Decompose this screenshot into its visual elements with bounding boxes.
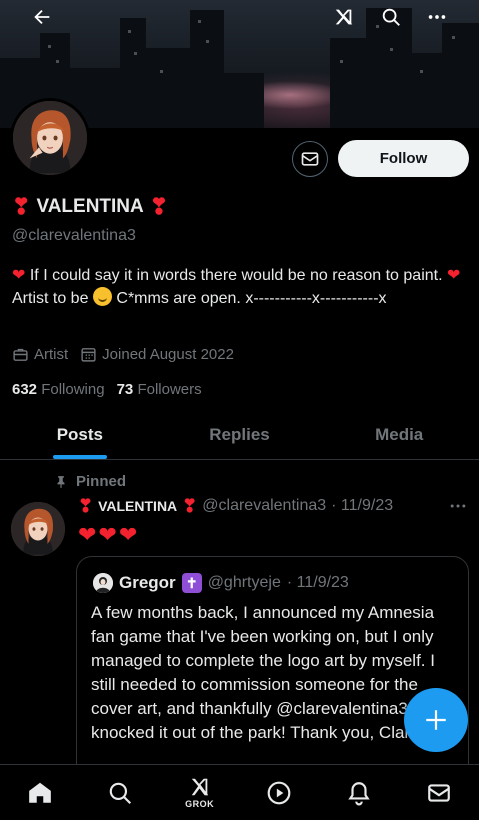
quoted-tweet[interactable]: Gregor ✝ @ghrtyeje · 11/9/23 A few month…	[76, 556, 469, 786]
profession-text: Artist	[34, 346, 69, 363]
back-button[interactable]	[25, 0, 59, 34]
compose-button[interactable]	[404, 688, 468, 752]
bottom-navigation: GROK	[0, 764, 479, 820]
grok-icon	[335, 9, 353, 25]
avatar-illustration	[11, 502, 65, 556]
envelope-icon	[428, 783, 450, 802]
avatar-illustration	[13, 101, 87, 175]
quoted-author-name: Gregor	[119, 573, 176, 592]
nav-grok[interactable]: GROK	[170, 768, 230, 818]
more-horizontal-icon	[428, 15, 446, 19]
message-button[interactable]	[292, 141, 328, 177]
search-button[interactable]	[374, 0, 408, 34]
tab-posts[interactable]: Posts	[0, 411, 160, 459]
tab-replies[interactable]: Replies	[160, 411, 320, 459]
pin-icon	[57, 475, 65, 488]
profile-meta: Artist Joined August 2022	[12, 346, 234, 363]
heart-icon: ❤	[12, 267, 26, 284]
arrow-left-icon	[34, 9, 50, 25]
pinned-indicator: Pinned	[54, 473, 126, 490]
bio-text-2: Artist to be	[12, 290, 89, 307]
quoted-author-avatar	[93, 573, 113, 593]
quoted-author-handle: @ghrtyeje	[207, 574, 281, 591]
tweet-text: ❤❤❤	[78, 522, 140, 547]
tab-media[interactable]: Media	[319, 411, 479, 459]
profile-tabs: Posts Replies Media	[0, 411, 479, 460]
calendar-icon	[81, 348, 96, 362]
tweet-author-handle[interactable]: @clarevalentina3	[202, 497, 326, 515]
pinned-label: Pinned	[76, 473, 127, 490]
grok-button[interactable]	[327, 0, 361, 34]
tweet-date[interactable]: · 11/9/23	[331, 497, 393, 515]
profile-stats: 632 Following 73 Followers	[12, 381, 202, 398]
bio-text-3: C*mms are open. x-----------x-----------…	[111, 290, 387, 307]
red-exclamation-icon: ❣	[12, 194, 31, 219]
more-button[interactable]	[420, 0, 454, 34]
joined-text: Joined August 2022	[102, 346, 234, 363]
nav-home[interactable]	[10, 768, 70, 818]
tweet-header: ❣ VALENTINA ❣ @clarevalentina3 · 11/9/23	[78, 497, 393, 515]
following-label: Following	[41, 381, 105, 398]
followers-link[interactable]: 73 Followers	[117, 381, 202, 398]
tweet-author-avatar[interactable]	[11, 502, 65, 556]
nav-search[interactable]	[90, 768, 150, 818]
latin-cross-icon: ✝	[181, 573, 202, 593]
nav-video[interactable]	[249, 768, 309, 818]
followers-count: 73	[116, 381, 134, 398]
profile-bio: ❤ If I could say it in words there would…	[12, 264, 474, 310]
profile-avatar[interactable]	[10, 98, 90, 178]
play-circle-icon	[268, 781, 291, 804]
bio-text-1: If I could say it in words there would b…	[25, 267, 447, 284]
briefcase-icon	[13, 348, 28, 361]
quoted-tweet-header: Gregor ✝ @ghrtyeje · 11/9/23	[93, 573, 349, 593]
heart-icon: ❤	[446, 267, 461, 284]
red-exclamation-icon: ❣	[182, 496, 198, 516]
bell-icon	[348, 781, 370, 805]
red-exclamation-icon: ❣	[149, 194, 169, 219]
profession-item: Artist	[12, 346, 68, 363]
following-count: 632	[12, 381, 38, 398]
plus-icon	[426, 710, 446, 730]
more-horizontal-icon	[450, 504, 466, 508]
joined-item: Joined August 2022	[80, 346, 234, 363]
display-name: ❣ VALENTINA ❣	[12, 196, 168, 218]
grok-icon	[191, 778, 208, 796]
tweet-more-button[interactable]	[448, 496, 468, 521]
home-icon	[29, 782, 51, 803]
red-exclamation-icon: ❣	[78, 496, 94, 516]
profile-handle: @clarevalentina3	[12, 227, 136, 244]
search-icon	[382, 8, 400, 26]
nav-notifications[interactable]	[329, 768, 389, 818]
quoted-tweet-date: · 11/9/23	[286, 574, 349, 591]
grok-label: GROK	[185, 799, 215, 809]
tweet-author-name[interactable]: VALENTINA	[98, 498, 177, 514]
smiling-face-icon	[92, 287, 112, 306]
followers-label: Followers	[137, 381, 202, 398]
following-link[interactable]: 632 Following	[12, 381, 105, 398]
follow-button[interactable]: Follow	[338, 140, 469, 177]
nav-messages[interactable]	[409, 768, 469, 818]
search-icon	[109, 782, 131, 804]
envelope-icon	[301, 152, 319, 166]
display-name-text: VALENTINA	[36, 196, 144, 217]
